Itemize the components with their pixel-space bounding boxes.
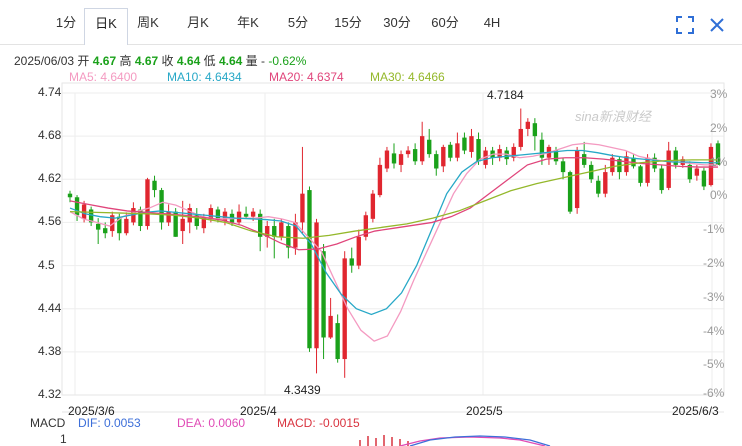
x-label-3: 2025/6/3 xyxy=(672,404,719,418)
candle-body-89 xyxy=(694,168,700,176)
candle-body-14 xyxy=(166,211,171,223)
candle-body-41 xyxy=(356,236,361,266)
candle-body-56 xyxy=(462,137,467,151)
candle-body-57 xyxy=(469,136,474,152)
pct-tick-9: -6% xyxy=(703,386,725,400)
low-annotation: 4.3439 xyxy=(284,383,321,397)
y-tick-3: 4.56 xyxy=(38,214,62,229)
candle-body-33 xyxy=(300,193,305,223)
pct-tick-4: -1% xyxy=(703,222,725,237)
y-tick-5: 4.44 xyxy=(38,300,62,315)
candle-body-70 xyxy=(560,161,566,173)
candle-body-34 xyxy=(307,190,312,349)
candle-body-64 xyxy=(518,128,523,147)
candle-body-86 xyxy=(673,150,678,165)
candle-body-58 xyxy=(476,139,481,162)
pct-tick-6: -3% xyxy=(703,289,725,304)
pct-tick-2: 1% xyxy=(710,154,728,169)
candle-body-48 xyxy=(405,150,411,155)
kline-chart xyxy=(61,82,725,446)
candle-body-66 xyxy=(532,123,538,137)
dea-line xyxy=(399,436,546,446)
candle-body-49 xyxy=(412,149,418,162)
candle-body-54 xyxy=(448,144,453,158)
candle-body-16 xyxy=(180,218,185,232)
pct-tick-3: 0% xyxy=(710,188,728,203)
candle-body-39 xyxy=(342,258,347,360)
pct-tick-0: 3% xyxy=(710,87,728,101)
macd-title: MACD xyxy=(30,416,66,430)
y-tick-0: 4.74 xyxy=(38,85,62,99)
macd-dea: DEA: 0.0060 xyxy=(177,416,246,430)
candle-body-5 xyxy=(103,228,108,234)
candle-body-81 xyxy=(638,166,643,183)
candle-body-24 xyxy=(236,211,242,223)
candle-body-71 xyxy=(567,172,573,212)
pct-tick-5: -2% xyxy=(703,256,725,270)
candle-body-50 xyxy=(419,136,425,162)
candle-body-25 xyxy=(243,213,249,217)
x-label-1: 2025/4 xyxy=(240,404,277,418)
pct-tick-8: -5% xyxy=(703,357,725,372)
candle-body-72 xyxy=(574,150,580,209)
pct-tick-7: -4% xyxy=(703,323,725,338)
candle-body-11 xyxy=(145,179,150,227)
candle-body-21 xyxy=(215,209,221,219)
y-tick-6: 4.38 xyxy=(38,343,62,358)
candle-body-0 xyxy=(67,193,73,198)
candle-body-46 xyxy=(391,153,397,164)
candle-body-44 xyxy=(377,164,383,196)
candle-body-13 xyxy=(159,190,164,223)
candle-body-76 xyxy=(603,172,608,194)
candle-body-12 xyxy=(152,180,157,191)
candle-body-53 xyxy=(441,146,446,167)
candle-body-85 xyxy=(666,150,671,188)
plot-frame xyxy=(61,82,725,396)
macd-dif: DIF: 0.0053 xyxy=(78,416,141,430)
candle-body-52 xyxy=(434,154,439,169)
candle-body-90 xyxy=(701,170,707,187)
high-annotation: 4.7184 xyxy=(487,88,524,102)
macd-value: MACD: -0.0015 xyxy=(277,416,360,430)
y-tick-1: 4.68 xyxy=(38,128,62,143)
y-tick-7: 4.32 xyxy=(38,387,62,401)
candle-body-73 xyxy=(581,154,587,165)
candle-body-4 xyxy=(95,223,101,230)
candle-body-51 xyxy=(427,139,432,155)
y-tick-2: 4.62 xyxy=(38,171,62,186)
candle-body-30 xyxy=(279,222,284,237)
candle-body-84 xyxy=(659,168,664,191)
candle-body-35 xyxy=(314,222,319,349)
candle-body-8 xyxy=(124,218,129,234)
candle-body-75 xyxy=(596,180,601,194)
ma-line-ma10 xyxy=(69,149,718,316)
x-label-2: 2025/5 xyxy=(466,404,503,418)
y-tick-4: 4.5 xyxy=(38,257,55,272)
candle-body-45 xyxy=(384,150,390,169)
candle-body-43 xyxy=(370,193,376,219)
candle-body-47 xyxy=(398,154,404,165)
ma-line-ma5 xyxy=(69,142,718,342)
candle-body-1 xyxy=(74,197,80,216)
candle-body-38 xyxy=(335,323,340,360)
macd-axis-top: 1 xyxy=(60,432,67,446)
pct-tick-1: 2% xyxy=(710,120,728,135)
candle-body-37 xyxy=(328,315,333,338)
candle-body-26 xyxy=(250,211,256,217)
candle-body-65 xyxy=(525,121,531,129)
candle-body-40 xyxy=(349,258,354,266)
candle-body-55 xyxy=(455,143,460,158)
